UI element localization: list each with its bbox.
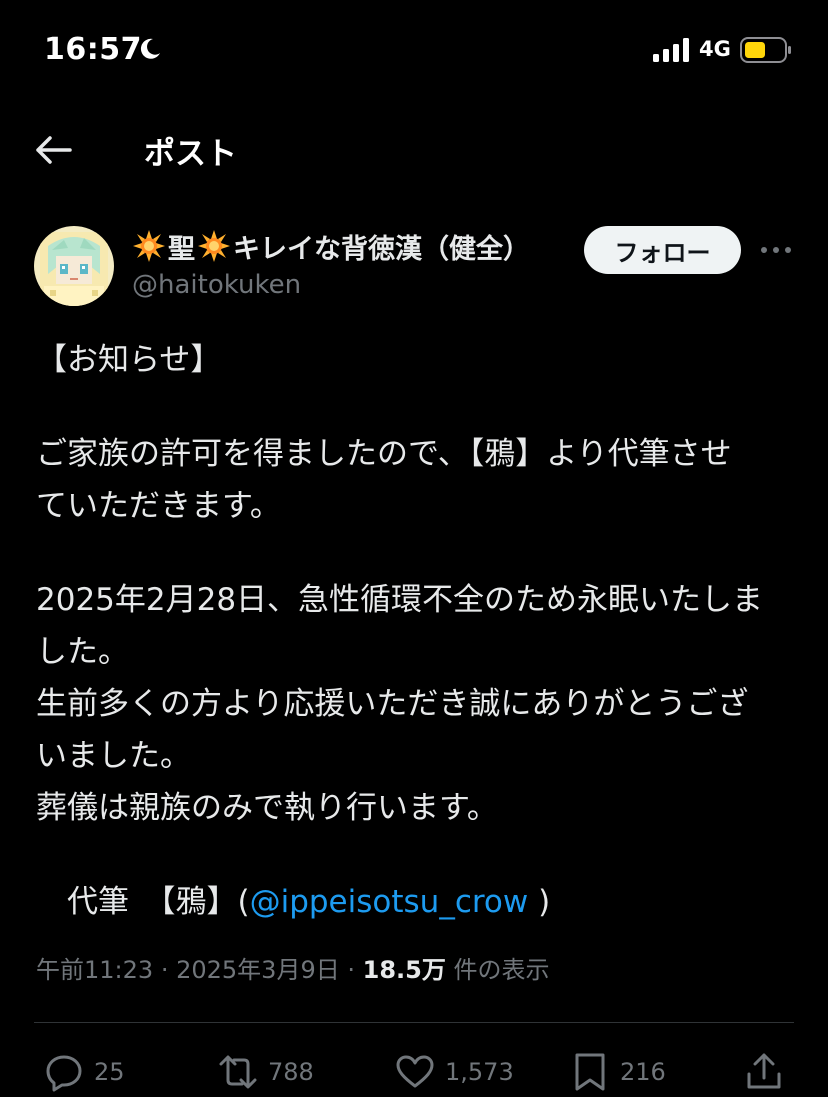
post-meta: 午前11:23 · 2025年3月9日 · 18.5万 件の表示 [36,950,550,985]
moon-icon [140,38,160,59]
post-date[interactable]: 2025年3月9日 [176,956,340,984]
like-button[interactable]: 1,573 [395,1052,514,1092]
heart-icon [396,1055,434,1088]
signature-suffix: ) [528,884,551,920]
sun-emoji-icon [198,230,230,262]
status-time: 16:57 [44,32,142,67]
sun-emoji-icon [133,230,165,262]
meta-separator: · [160,956,169,984]
post-line: 葬儀は親族のみで執り行います。 [36,790,498,826]
avatar[interactable] [34,226,114,306]
battery-icon [740,37,791,63]
reply-icon [46,1055,82,1092]
back-arrow-icon[interactable] [30,132,76,168]
post-line: ご家族の許可を得ましたので、【鴉】より代筆させ [36,436,732,472]
mention-link[interactable]: @ippeisotsu_crow [250,884,529,920]
post-line-blank [36,834,796,876]
reply-count: 25 [94,1058,125,1086]
post-line-blank [36,532,796,574]
post-line-blank [36,386,796,428]
repost-count: 788 [268,1058,314,1086]
network-label: 4G [699,37,731,61]
author-name-part-1: 聖 [168,233,195,265]
signal-icon [653,38,689,62]
post-line: 【お知らせ】 [36,342,222,378]
post-line: 2025年2月28日、急性循環不全のため永眠いたしま [36,582,764,618]
post-line: いました。 [36,738,191,774]
post-line: した。 [36,634,129,670]
post-line: ていただきます。 [36,488,281,524]
reply-button[interactable]: 25 [44,1052,125,1092]
views-label: 件の表示 [445,956,550,984]
repost-button[interactable]: 788 [218,1052,314,1092]
post-detail-screen: 16:57 4G ポスト 聖 キレイな背徳漢（健全） @haitokuken フ… [0,0,828,1097]
author-name[interactable]: 聖 キレイな背徳漢（健全） [132,226,530,266]
page-title: ポスト [144,136,237,172]
author-name-part-2: キレイな背徳漢（健全） [233,233,530,265]
bookmark-button[interactable]: 216 [570,1052,666,1092]
meta-separator: · [347,956,355,984]
bookmark-icon [575,1053,605,1091]
share-button[interactable] [744,1052,784,1092]
action-bar: 25 788 1,573 216 [0,1040,828,1097]
repost-icon [219,1055,257,1089]
status-bar: 16:57 4G [0,0,828,100]
more-dots-icon[interactable] [758,236,794,264]
post-line: 生前多くの方より応援いただき誠にありがとうござ [36,686,749,722]
divider [34,1022,794,1023]
share-icon [747,1053,781,1089]
nav-header: ポスト [0,110,828,190]
post-time[interactable]: 午前11:23 [36,956,153,984]
author-handle[interactable]: @haitokuken [132,270,301,300]
views-count[interactable]: 18.5万 [363,956,446,984]
signature-line: 代筆 【鴉】(@ippeisotsu_crow ) [36,876,796,928]
avatar-image [34,226,114,306]
signature-prefix: 代筆 【鴉】( [36,884,250,920]
post-text: 【お知らせ】 ご家族の許可を得ましたので、【鴉】より代筆させ ていただきます。 … [36,334,796,928]
like-count: 1,573 [445,1058,514,1086]
bookmark-count: 216 [620,1058,666,1086]
follow-button[interactable]: フォロー [584,226,741,274]
